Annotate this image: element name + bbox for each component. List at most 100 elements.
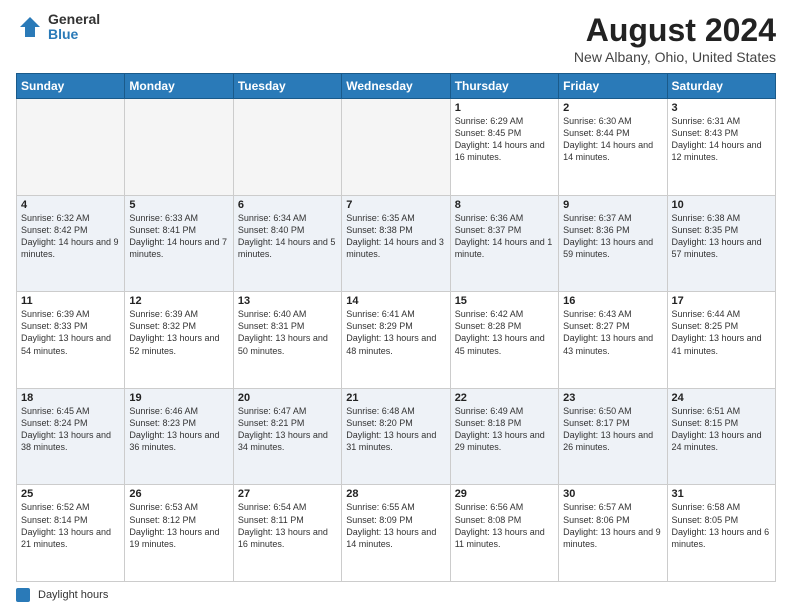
- day-number: 7: [346, 199, 445, 211]
- header: General Blue August 2024 New Albany, Ohi…: [16, 12, 776, 65]
- table-row: 29Sunrise: 6:56 AM Sunset: 8:08 PM Dayli…: [450, 485, 558, 582]
- col-thursday: Thursday: [450, 74, 558, 99]
- day-number: 3: [672, 102, 771, 114]
- day-number: 15: [455, 295, 554, 307]
- table-row: 24Sunrise: 6:51 AM Sunset: 8:15 PM Dayli…: [667, 388, 775, 485]
- day-info: Sunrise: 6:39 AM Sunset: 8:32 PM Dayligh…: [129, 308, 228, 357]
- table-row: 27Sunrise: 6:54 AM Sunset: 8:11 PM Dayli…: [233, 485, 341, 582]
- day-info: Sunrise: 6:33 AM Sunset: 8:41 PM Dayligh…: [129, 212, 228, 261]
- day-number: 20: [238, 392, 337, 404]
- day-info: Sunrise: 6:50 AM Sunset: 8:17 PM Dayligh…: [563, 405, 662, 454]
- day-number: 30: [563, 488, 662, 500]
- day-number: 26: [129, 488, 228, 500]
- legend-color-box: [16, 588, 30, 602]
- day-info: Sunrise: 6:55 AM Sunset: 8:09 PM Dayligh…: [346, 501, 445, 550]
- table-row: 8Sunrise: 6:36 AM Sunset: 8:37 PM Daylig…: [450, 195, 558, 292]
- page: General Blue August 2024 New Albany, Ohi…: [0, 0, 792, 612]
- table-row: 3Sunrise: 6:31 AM Sunset: 8:43 PM Daylig…: [667, 99, 775, 196]
- table-row: 21Sunrise: 6:48 AM Sunset: 8:20 PM Dayli…: [342, 388, 450, 485]
- day-number: 9: [563, 199, 662, 211]
- day-number: 13: [238, 295, 337, 307]
- day-number: 8: [455, 199, 554, 211]
- calendar-header-row: Sunday Monday Tuesday Wednesday Thursday…: [17, 74, 776, 99]
- table-row: 22Sunrise: 6:49 AM Sunset: 8:18 PM Dayli…: [450, 388, 558, 485]
- table-row: 14Sunrise: 6:41 AM Sunset: 8:29 PM Dayli…: [342, 292, 450, 389]
- footer: Daylight hours: [16, 588, 776, 602]
- table-row: 12Sunrise: 6:39 AM Sunset: 8:32 PM Dayli…: [125, 292, 233, 389]
- day-info: Sunrise: 6:44 AM Sunset: 8:25 PM Dayligh…: [672, 308, 771, 357]
- day-info: Sunrise: 6:35 AM Sunset: 8:38 PM Dayligh…: [346, 212, 445, 261]
- day-number: 1: [455, 102, 554, 114]
- table-row: 23Sunrise: 6:50 AM Sunset: 8:17 PM Dayli…: [559, 388, 667, 485]
- day-number: 29: [455, 488, 554, 500]
- col-sunday: Sunday: [17, 74, 125, 99]
- table-row: 9Sunrise: 6:37 AM Sunset: 8:36 PM Daylig…: [559, 195, 667, 292]
- day-number: 2: [563, 102, 662, 114]
- day-info: Sunrise: 6:47 AM Sunset: 8:21 PM Dayligh…: [238, 405, 337, 454]
- day-info: Sunrise: 6:30 AM Sunset: 8:44 PM Dayligh…: [563, 115, 662, 164]
- calendar-week-row: 18Sunrise: 6:45 AM Sunset: 8:24 PM Dayli…: [17, 388, 776, 485]
- table-row: 19Sunrise: 6:46 AM Sunset: 8:23 PM Dayli…: [125, 388, 233, 485]
- day-info: Sunrise: 6:34 AM Sunset: 8:40 PM Dayligh…: [238, 212, 337, 261]
- day-info: Sunrise: 6:46 AM Sunset: 8:23 PM Dayligh…: [129, 405, 228, 454]
- day-number: 16: [563, 295, 662, 307]
- table-row: 2Sunrise: 6:30 AM Sunset: 8:44 PM Daylig…: [559, 99, 667, 196]
- table-row: 11Sunrise: 6:39 AM Sunset: 8:33 PM Dayli…: [17, 292, 125, 389]
- table-row: [233, 99, 341, 196]
- day-number: 23: [563, 392, 662, 404]
- day-info: Sunrise: 6:45 AM Sunset: 8:24 PM Dayligh…: [21, 405, 120, 454]
- table-row: 25Sunrise: 6:52 AM Sunset: 8:14 PM Dayli…: [17, 485, 125, 582]
- day-info: Sunrise: 6:32 AM Sunset: 8:42 PM Dayligh…: [21, 212, 120, 261]
- day-number: 10: [672, 199, 771, 211]
- logo-blue: Blue: [48, 27, 100, 42]
- day-info: Sunrise: 6:29 AM Sunset: 8:45 PM Dayligh…: [455, 115, 554, 164]
- day-info: Sunrise: 6:38 AM Sunset: 8:35 PM Dayligh…: [672, 212, 771, 261]
- table-row: 18Sunrise: 6:45 AM Sunset: 8:24 PM Dayli…: [17, 388, 125, 485]
- calendar-table: Sunday Monday Tuesday Wednesday Thursday…: [16, 73, 776, 582]
- day-info: Sunrise: 6:52 AM Sunset: 8:14 PM Dayligh…: [21, 501, 120, 550]
- day-number: 25: [21, 488, 120, 500]
- day-number: 4: [21, 199, 120, 211]
- title-block: August 2024 New Albany, Ohio, United Sta…: [574, 12, 776, 65]
- table-row: 10Sunrise: 6:38 AM Sunset: 8:35 PM Dayli…: [667, 195, 775, 292]
- table-row: 17Sunrise: 6:44 AM Sunset: 8:25 PM Dayli…: [667, 292, 775, 389]
- day-info: Sunrise: 6:51 AM Sunset: 8:15 PM Dayligh…: [672, 405, 771, 454]
- day-info: Sunrise: 6:57 AM Sunset: 8:06 PM Dayligh…: [563, 501, 662, 550]
- day-info: Sunrise: 6:53 AM Sunset: 8:12 PM Dayligh…: [129, 501, 228, 550]
- day-info: Sunrise: 6:49 AM Sunset: 8:18 PM Dayligh…: [455, 405, 554, 454]
- day-number: 18: [21, 392, 120, 404]
- day-number: 6: [238, 199, 337, 211]
- table-row: 6Sunrise: 6:34 AM Sunset: 8:40 PM Daylig…: [233, 195, 341, 292]
- day-number: 5: [129, 199, 228, 211]
- table-row: 16Sunrise: 6:43 AM Sunset: 8:27 PM Dayli…: [559, 292, 667, 389]
- logo-icon: [16, 13, 44, 41]
- col-monday: Monday: [125, 74, 233, 99]
- day-number: 11: [21, 295, 120, 307]
- day-number: 24: [672, 392, 771, 404]
- day-number: 21: [346, 392, 445, 404]
- table-row: 30Sunrise: 6:57 AM Sunset: 8:06 PM Dayli…: [559, 485, 667, 582]
- table-row: 31Sunrise: 6:58 AM Sunset: 8:05 PM Dayli…: [667, 485, 775, 582]
- day-number: 19: [129, 392, 228, 404]
- logo-text: General Blue: [48, 12, 100, 43]
- col-friday: Friday: [559, 74, 667, 99]
- day-info: Sunrise: 6:56 AM Sunset: 8:08 PM Dayligh…: [455, 501, 554, 550]
- day-info: Sunrise: 6:40 AM Sunset: 8:31 PM Dayligh…: [238, 308, 337, 357]
- day-info: Sunrise: 6:39 AM Sunset: 8:33 PM Dayligh…: [21, 308, 120, 357]
- table-row: 20Sunrise: 6:47 AM Sunset: 8:21 PM Dayli…: [233, 388, 341, 485]
- table-row: 5Sunrise: 6:33 AM Sunset: 8:41 PM Daylig…: [125, 195, 233, 292]
- day-info: Sunrise: 6:37 AM Sunset: 8:36 PM Dayligh…: [563, 212, 662, 261]
- subtitle: New Albany, Ohio, United States: [574, 49, 776, 65]
- table-row: [17, 99, 125, 196]
- day-number: 28: [346, 488, 445, 500]
- col-tuesday: Tuesday: [233, 74, 341, 99]
- table-row: [125, 99, 233, 196]
- day-number: 17: [672, 295, 771, 307]
- day-info: Sunrise: 6:54 AM Sunset: 8:11 PM Dayligh…: [238, 501, 337, 550]
- logo: General Blue: [16, 12, 100, 43]
- table-row: 7Sunrise: 6:35 AM Sunset: 8:38 PM Daylig…: [342, 195, 450, 292]
- calendar-week-row: 1Sunrise: 6:29 AM Sunset: 8:45 PM Daylig…: [17, 99, 776, 196]
- day-number: 14: [346, 295, 445, 307]
- table-row: 4Sunrise: 6:32 AM Sunset: 8:42 PM Daylig…: [17, 195, 125, 292]
- day-info: Sunrise: 6:36 AM Sunset: 8:37 PM Dayligh…: [455, 212, 554, 261]
